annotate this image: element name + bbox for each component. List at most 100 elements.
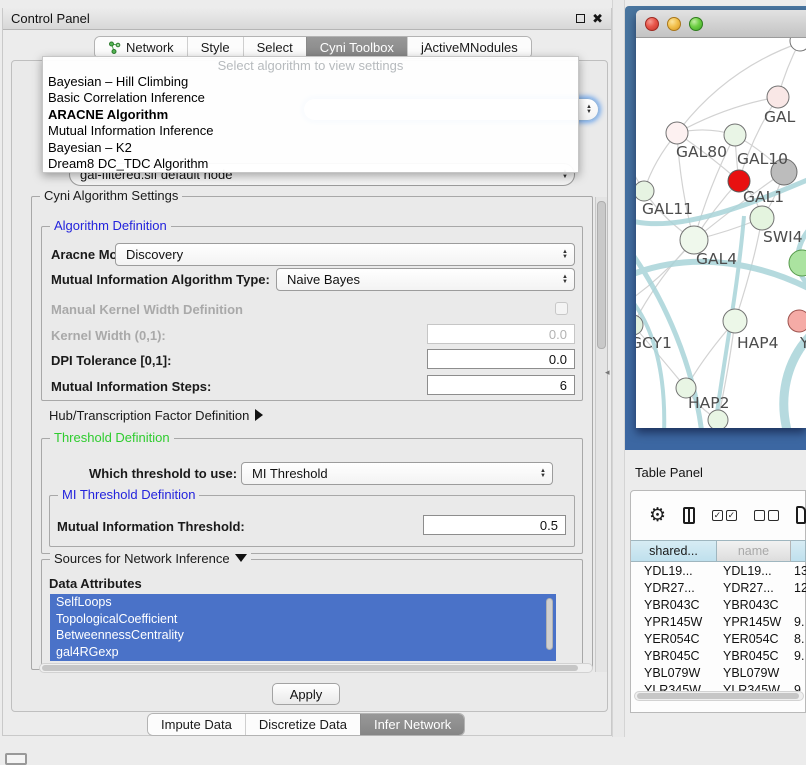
columns-icon[interactable] (683, 507, 695, 524)
control-panel-title: Control Panel (11, 11, 90, 26)
node-y-cut[interactable] (788, 310, 806, 332)
label-gcy1: GCY1 (636, 334, 672, 352)
zoom-traffic-icon[interactable] (689, 17, 703, 31)
settings-scrollbar-thumb[interactable] (597, 201, 606, 349)
label-gal1: GAL1 (743, 188, 784, 206)
table-cell: YLR345W (631, 682, 717, 691)
data-attribute-item[interactable]: TopologicalCoefficient (50, 611, 556, 628)
label-gal80: GAL80 (676, 143, 727, 161)
algorithm-option[interactable]: Dream8 DC_TDC Algorithm (43, 156, 578, 172)
node-gal80[interactable] (666, 122, 688, 144)
aracne-mode-value: Discovery (126, 247, 556, 262)
column-header-name[interactable]: name (717, 540, 791, 562)
label-gal4: GAL4 (696, 250, 737, 268)
data-attribute-item[interactable]: gal4RGexp (50, 644, 556, 661)
data-attribute-item[interactable]: SelfLoops (50, 594, 556, 611)
tab-jactivemnodules[interactable]: jActiveMNodules (407, 37, 531, 58)
settings-scrollbar[interactable] (595, 197, 607, 672)
tab-style[interactable]: Style (187, 37, 243, 58)
data-attribute-item[interactable]: BetweennessCentrality (50, 627, 556, 644)
table-row[interactable]: YER054CYER054C8. (631, 631, 806, 648)
tab-cyni-toolbox[interactable]: Cyni Toolbox (306, 37, 407, 58)
algorithm-option[interactable]: Mutual Information Inference (43, 123, 578, 139)
table-cell: YER054C (717, 631, 791, 648)
mi-threshold-field[interactable]: 0.5 (423, 515, 566, 535)
deselect-all-icon[interactable] (754, 510, 779, 521)
tab-impute-data[interactable]: Impute Data (148, 714, 245, 735)
table-cell: YLR345W (717, 682, 791, 691)
table-cell: YPR145W (631, 614, 717, 631)
node-swi4[interactable] (750, 206, 774, 230)
network-graph: GAL GAL80 GAL10 GAL1 GAL11 SWI4 GAL4 GCY… (636, 38, 806, 428)
table-scrollbar-thumb[interactable] (637, 693, 799, 699)
tab-select[interactable]: Select (243, 37, 306, 58)
network-canvas[interactable]: GAL GAL80 GAL10 GAL1 GAL11 SWI4 GAL4 GCY… (636, 38, 806, 428)
list-scrollbar-thumb[interactable] (546, 598, 553, 650)
label-y-cut: Y (799, 334, 806, 352)
close-traffic-icon[interactable] (645, 17, 659, 31)
table-cell (791, 665, 806, 682)
apply-button[interactable]: Apply (272, 683, 340, 705)
node-gal10[interactable] (724, 124, 746, 146)
node-hap4[interactable] (723, 309, 747, 333)
data-attributes-list[interactable]: SelfLoopsTopologicalCoefficientBetweenne… (50, 594, 556, 661)
kernel-width-label: Kernel Width (0,1): (51, 328, 166, 343)
table-row[interactable]: YBL079WYBL079W (631, 665, 806, 682)
tab-network[interactable]: Network (95, 37, 187, 58)
algorithm-option[interactable]: Basic Correlation Inference (43, 90, 578, 106)
table-cell: 9. (791, 682, 806, 691)
algorithm-option[interactable]: ARACNE Algorithm (43, 107, 578, 123)
algorithm-definition-title: Algorithm Definition (50, 218, 171, 233)
sources-group-title[interactable]: Sources for Network Inference (50, 551, 251, 566)
tab-infer-network[interactable]: Infer Network (360, 714, 464, 735)
algorithm-option[interactable]: Bayesian – Hill Climbing (43, 74, 578, 90)
label-swi4: SWI4 (763, 228, 803, 246)
column-header-cut[interactable] (791, 540, 806, 562)
table-row[interactable]: YPR145WYPR145W9. (631, 614, 806, 631)
new-table-icon[interactable] (796, 506, 806, 524)
tab-style-label: Style (201, 40, 230, 55)
splitter-handle-icon[interactable]: ◂ (605, 367, 610, 378)
tab-discretize-data[interactable]: Discretize Data (245, 714, 360, 735)
minimized-panel-icon[interactable] (5, 753, 27, 765)
float-window-icon[interactable] (576, 14, 585, 23)
node-gal-cut[interactable] (767, 86, 789, 108)
node[interactable] (790, 38, 806, 51)
hub-definition-toggle[interactable]: Hub/Transcription Factor Definition (49, 408, 263, 423)
mi-steps-field[interactable]: 6 (427, 375, 575, 395)
table-row[interactable]: YDL19...YDL19...13 (631, 563, 806, 580)
table-row[interactable]: YLR345WYLR345W9. (631, 682, 806, 691)
manual-kernel-checkbox[interactable] (555, 302, 568, 315)
label-gal-cut: GAL (764, 108, 796, 126)
aracne-mode-combo[interactable]: Discovery ▲▼ (115, 243, 575, 266)
tab-select-label: Select (257, 40, 293, 55)
select-all-icon[interactable]: ✓✓ (712, 510, 737, 521)
dpi-tolerance-field[interactable]: 0.0 (427, 349, 575, 369)
table-cell: YBL079W (631, 665, 717, 682)
which-threshold-combo[interactable]: MI Threshold ▲▼ (241, 462, 553, 485)
horizontal-scrollbar[interactable] (39, 663, 593, 673)
table-horizontal-scrollbar[interactable] (634, 691, 804, 701)
node-green[interactable] (789, 250, 806, 276)
threshold-definition-title: Threshold Definition (50, 430, 174, 445)
mi-type-label: Mutual Information Algorithm Type: (51, 272, 270, 287)
node-bottom[interactable] (708, 410, 728, 428)
stepper-icon: ▲▼ (540, 469, 546, 479)
table-cell: YPR145W (717, 614, 791, 631)
minimize-traffic-icon[interactable] (667, 17, 681, 31)
panel-splitter[interactable] (612, 0, 625, 737)
table-cell: YBR045C (631, 648, 717, 665)
table-row[interactable]: YBR043CYBR043C (631, 597, 806, 614)
column-header-shared[interactable]: shared... (631, 540, 717, 562)
mi-type-combo[interactable]: Naive Bayes ▲▼ (276, 268, 575, 291)
label-gal11: GAL11 (642, 200, 693, 218)
node-gal11[interactable] (636, 181, 654, 201)
algorithm-option[interactable]: Bayesian – K2 (43, 140, 578, 156)
hub-definition-label: Hub/Transcription Factor Definition (49, 408, 249, 423)
table-row[interactable]: YDR27...YDR27...12 (631, 580, 806, 597)
close-panel-icon[interactable]: ✖ (592, 14, 603, 24)
kernel-width-field[interactable]: 0.0 (427, 324, 575, 344)
table-row[interactable]: YBR045CYBR045C9. (631, 648, 806, 665)
horizontal-scrollbar-thumb[interactable] (42, 665, 578, 671)
gear-icon[interactable]: ⚙ (649, 504, 666, 527)
